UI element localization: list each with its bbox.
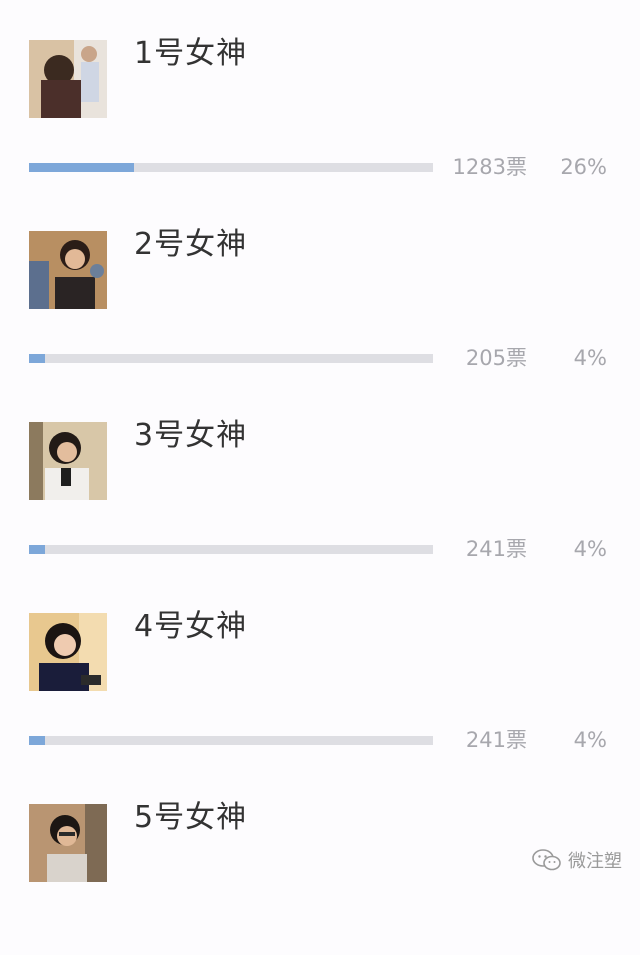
- avatar-photo-icon: [29, 231, 107, 309]
- vote-progress-fill: [29, 163, 135, 172]
- avatar-photo-icon: [29, 613, 107, 691]
- vote-count: 1283票: [452, 155, 527, 179]
- candidate-name: 3号女神: [134, 418, 248, 453]
- poll-item[interactable]: 3号女神 241票 4%: [0, 382, 640, 573]
- vote-count: 205票: [465, 346, 527, 370]
- vote-percent: 4%: [573, 537, 607, 561]
- poll-item[interactable]: 4号女神 241票 4%: [0, 573, 640, 764]
- vote-progress-fill: [29, 736, 46, 745]
- wechat-icon: [532, 849, 561, 871]
- avatar-photo: [29, 40, 107, 118]
- vote-progress-fill: [29, 354, 46, 363]
- candidate-name: 1号女神: [134, 36, 248, 71]
- vote-percent: 4%: [573, 346, 607, 370]
- vote-count: 241票: [465, 537, 527, 561]
- vote-progress-bar: [29, 163, 433, 172]
- vote-progress-bar: [29, 354, 433, 363]
- poll-item[interactable]: 2号女神 205票 4%: [0, 191, 640, 382]
- avatar-photo: [29, 613, 107, 691]
- vote-percent: 26%: [560, 155, 607, 179]
- watermark: 微注塑: [532, 847, 622, 873]
- vote-percent: 4%: [573, 728, 607, 752]
- candidate-name: 4号女神: [134, 609, 248, 644]
- vote-progress-bar: [29, 545, 433, 554]
- poll-list: 1号女神 1283票 26% 2号女神 205票 4% 3号女神 241票 4%…: [0, 0, 640, 891]
- avatar-photo: [29, 422, 107, 500]
- watermark-text: 微注塑: [568, 851, 622, 872]
- candidate-name: 5号女神: [134, 800, 248, 835]
- vote-progress-bar: [29, 736, 433, 745]
- avatar-photo-icon: [29, 804, 107, 882]
- candidate-name: 2号女神: [134, 227, 248, 262]
- avatar-photo: [29, 804, 107, 882]
- avatar-photo: [29, 231, 107, 309]
- avatar-photo-icon: [29, 422, 107, 500]
- vote-progress-fill: [29, 545, 46, 554]
- avatar-photo-icon: [29, 40, 107, 118]
- vote-count: 241票: [465, 728, 527, 752]
- poll-item[interactable]: 1号女神 1283票 26%: [0, 0, 640, 191]
